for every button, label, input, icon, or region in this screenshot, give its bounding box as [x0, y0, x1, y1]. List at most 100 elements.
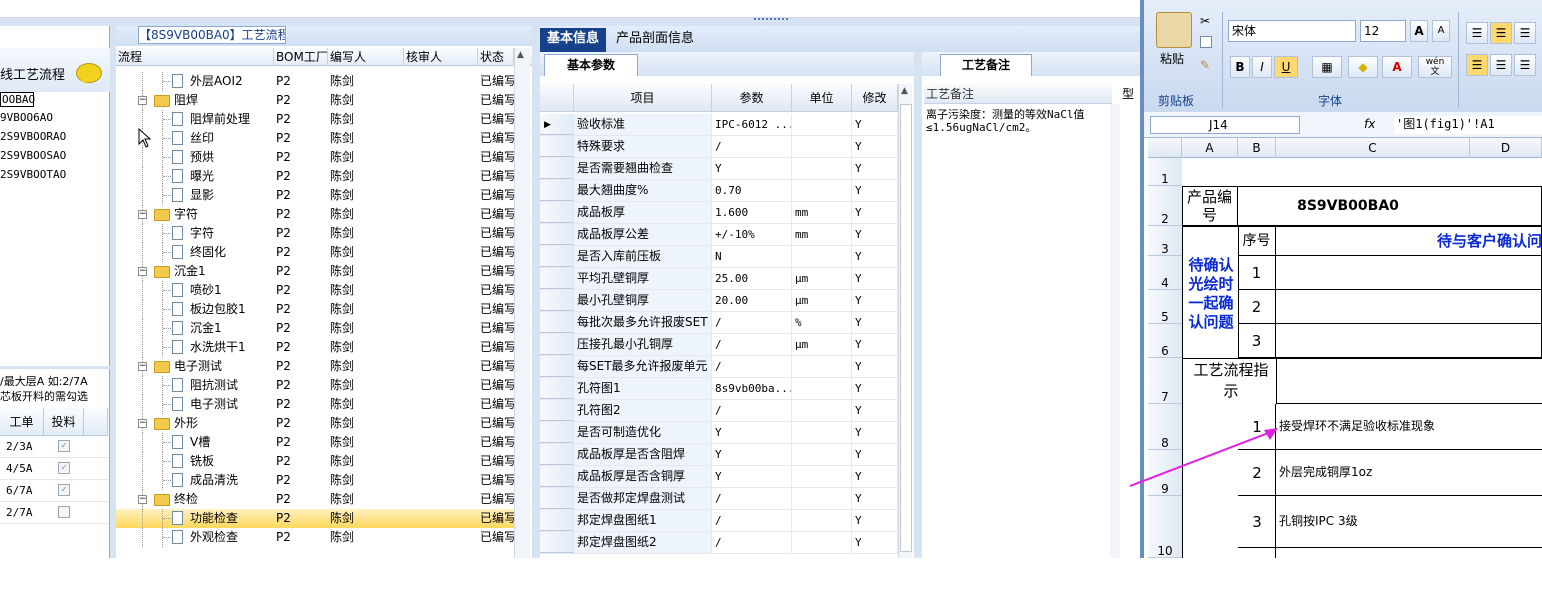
param-unit[interactable]: μm [792, 290, 852, 311]
col-header-b[interactable]: B [1238, 138, 1276, 158]
underline-button[interactable]: U [1274, 56, 1298, 78]
seq-3[interactable]: 3 [1238, 324, 1276, 358]
row-header[interactable] [540, 422, 574, 443]
param-value[interactable]: 25.00 [712, 268, 792, 289]
flow-no-3[interactable]: 3 [1238, 496, 1276, 548]
pending-cell-1[interactable] [1276, 256, 1542, 290]
param-unit[interactable] [792, 422, 852, 443]
collapse-toggle-icon[interactable]: − [138, 96, 147, 105]
tree-row[interactable]: 丝印 P2 陈剑 已编写 [116, 129, 516, 148]
param-item[interactable]: 邦定焊盘图纸1 [574, 510, 712, 531]
param-unit[interactable] [792, 532, 852, 553]
param-value[interactable]: IPC-6012 ... [712, 114, 792, 135]
param-row[interactable]: 邦定焊盘图纸1/ Y [540, 510, 898, 532]
param-modify[interactable]: Y [852, 224, 898, 245]
param-row[interactable]: 成品板厚是否含阻焊 Y Y [540, 444, 898, 466]
border-icon[interactable]: ▦ [1312, 56, 1342, 78]
vertical-splitter[interactable] [532, 26, 540, 558]
param-value[interactable]: / [712, 532, 792, 553]
param-unit[interactable] [792, 356, 852, 377]
param-row[interactable]: 孔符图1 8s9vb00ba... Y [540, 378, 898, 400]
param-item[interactable]: 邦定焊盘图纸2 [574, 532, 712, 553]
param-modify[interactable]: Y [852, 202, 898, 223]
param-value[interactable]: / [712, 312, 792, 333]
grow-font-button[interactable]: A [1410, 20, 1428, 42]
fill-color-icon[interactable]: ◆ [1348, 56, 1378, 78]
tree-row[interactable]: − 阻焊 P2 陈剑 已编写 [116, 91, 516, 110]
row-header[interactable] [540, 532, 574, 553]
scroll-up-icon[interactable]: ▲ [901, 86, 908, 96]
tree-row[interactable]: 字符 P2 陈剑 已编写 [116, 224, 516, 243]
param-item[interactable]: 孔符图1 [574, 378, 712, 399]
param-value[interactable]: 1.600 [712, 202, 792, 223]
param-value[interactable]: 0.70 [712, 180, 792, 201]
param-modify[interactable]: Y [852, 488, 898, 509]
param-item[interactable]: 每批次最多允许报废SET [574, 312, 712, 333]
param-row[interactable]: 成品板厚是否含铜厚 Y Y [540, 466, 898, 488]
param-item[interactable]: 是否需要翘曲检查 [574, 158, 712, 179]
tree-row[interactable]: 预烘 P2 陈剑 已编写 [116, 148, 516, 167]
tree-row[interactable]: − 沉金1 P2 陈剑 已编写 [116, 262, 516, 281]
param-row[interactable]: 平均孔壁铜厚 25.00 μm Y [540, 268, 898, 290]
param-item[interactable]: 成品板厚公差 [574, 224, 712, 245]
tree-row[interactable]: − 外形 P2 陈剑 已编写 [116, 414, 516, 433]
col-header-status[interactable]: 状态 [478, 48, 514, 66]
paste-button[interactable]: 粘贴 [1160, 50, 1184, 67]
tree-scrollbar[interactable]: ▲ [514, 48, 530, 558]
vertical-splitter[interactable] [914, 52, 922, 558]
tab-basic-info[interactable]: 基本信息 [540, 28, 606, 52]
seq-header[interactable]: 序号 [1238, 226, 1276, 256]
tree-row[interactable]: − 终检 P2 陈剑 已编写 [116, 490, 516, 509]
col-header-item[interactable]: 项目 [574, 84, 712, 112]
collapse-toggle-icon[interactable]: − [138, 362, 147, 371]
param-unit[interactable]: μm [792, 334, 852, 355]
param-item[interactable]: 成品板厚是否含阻焊 [574, 444, 712, 465]
notes-text[interactable]: 离子污染度：测量的等效NaCl值≤1.56ugNaCl/cm2。 [924, 106, 1112, 558]
row-header[interactable] [540, 268, 574, 289]
list-item[interactable]: 9VBOO6AO [0, 111, 108, 130]
tree-row[interactable]: 电子测试 P2 陈剑 已编写 [116, 395, 516, 414]
param-unit[interactable] [792, 158, 852, 179]
param-item[interactable]: 孔符图2 [574, 400, 712, 421]
row-header[interactable] [540, 466, 574, 487]
param-row[interactable]: 验收标准 IPC-6012 ... Y [540, 114, 898, 136]
row-header[interactable] [540, 290, 574, 311]
param-modify[interactable]: Y [852, 422, 898, 443]
param-row[interactable]: 邦定焊盘图纸2/ Y [540, 532, 898, 554]
tree-row[interactable]: 终固化 P2 陈剑 已编写 [116, 243, 516, 262]
cut-icon[interactable]: ✂ [1200, 14, 1210, 28]
fx-button[interactable]: fx [1364, 117, 1375, 131]
row-header[interactable] [540, 136, 574, 157]
align-top-icon[interactable]: ☰ [1466, 22, 1488, 44]
row-header[interactable]: 3 [1148, 226, 1182, 256]
param-value[interactable]: +/-10% [712, 224, 792, 245]
param-modify[interactable]: Y [852, 356, 898, 377]
chat-bubble-icon[interactable] [76, 63, 102, 84]
phonetic-button[interactable]: wén 文 [1418, 56, 1452, 78]
param-value[interactable]: Y [712, 444, 792, 465]
copy-icon[interactable] [1200, 36, 1212, 48]
param-modify[interactable]: Y [852, 312, 898, 333]
param-row[interactable]: 特殊要求 / Y [540, 136, 898, 158]
param-item[interactable]: 是否入库前压板 [574, 246, 712, 267]
row-header[interactable]: 10 [1148, 496, 1182, 558]
format-painter-icon[interactable]: ✎ [1200, 58, 1210, 72]
param-value[interactable]: / [712, 400, 792, 421]
param-modify[interactable]: Y [852, 378, 898, 399]
param-modify[interactable]: Y [852, 246, 898, 267]
row-header[interactable]: 2 [1148, 186, 1182, 226]
col-header-unit[interactable]: 单位 [792, 84, 852, 112]
shrink-font-button[interactable]: A [1432, 20, 1450, 42]
checkbox-checked[interactable]: ✓ [58, 440, 70, 452]
checkbox-checked[interactable]: ✓ [58, 462, 70, 474]
param-modify[interactable]: Y [852, 114, 898, 135]
param-unit[interactable] [792, 114, 852, 135]
col-header-bom[interactable]: BOM工厂 [274, 48, 328, 66]
tree-row[interactable]: 板边包胶1 P2 陈剑 已编写 [116, 300, 516, 319]
align-middle-icon[interactable]: ☰ [1490, 22, 1512, 44]
bold-button[interactable]: B [1230, 56, 1250, 78]
param-unit[interactable] [792, 136, 852, 157]
param-modify[interactable]: Y [852, 268, 898, 289]
param-unit[interactable] [792, 378, 852, 399]
collapse-toggle-icon[interactable]: − [138, 419, 147, 428]
